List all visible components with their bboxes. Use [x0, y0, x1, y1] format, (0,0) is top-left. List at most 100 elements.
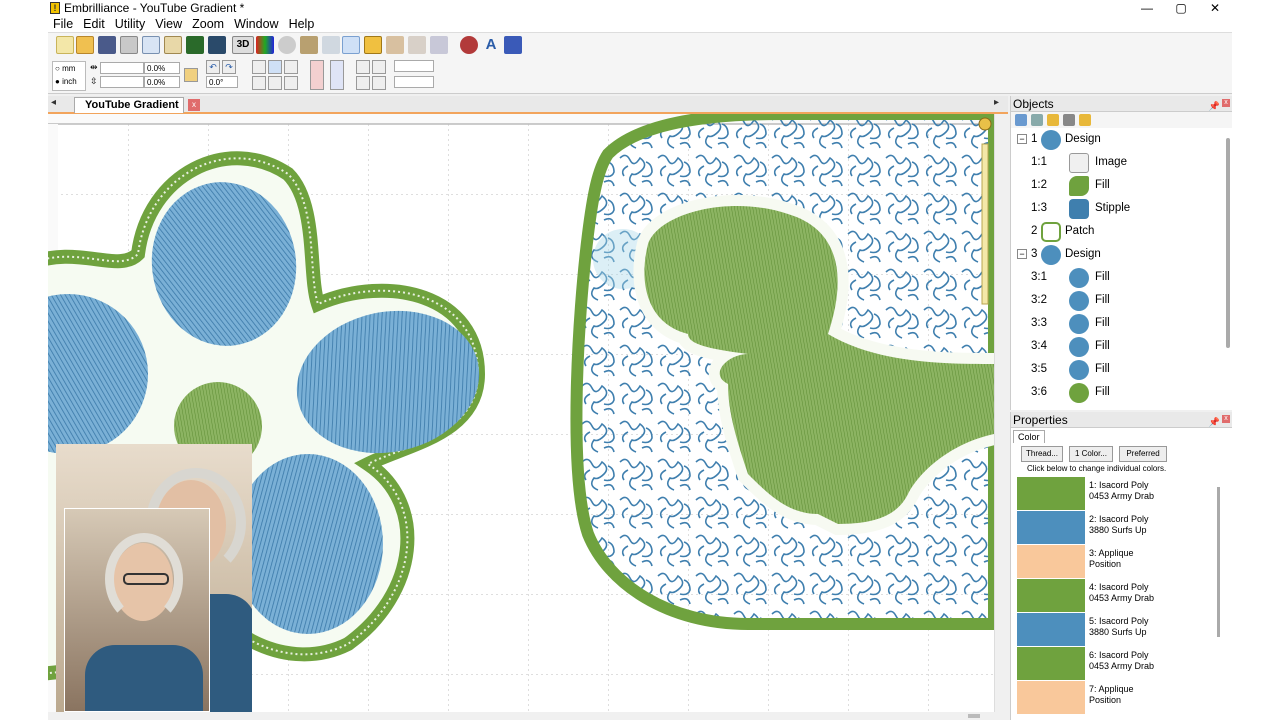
lock-icon[interactable]: [1047, 114, 1059, 126]
menu-help[interactable]: Help: [284, 16, 320, 32]
bottle-icon[interactable]: [330, 60, 344, 90]
new-file-icon[interactable]: [56, 36, 74, 54]
rotation-field[interactable]: 0.0°: [206, 76, 238, 88]
spacing-v-field[interactable]: [394, 76, 434, 88]
tree-item-3-4[interactable]: 3:4 Fill: [1011, 335, 1232, 358]
menu-view[interactable]: View: [150, 16, 187, 32]
collapse-icon[interactable]: −: [1017, 134, 1027, 144]
tab-scroll-left-icon[interactable]: ◂: [51, 97, 56, 108]
align-center-icon[interactable]: [268, 60, 282, 74]
tree-item-3[interactable]: − 3 Design: [1011, 243, 1232, 266]
color-row-1[interactable]: 1: Isacord Poly 0453 Army Drab: [1017, 477, 1232, 511]
stitch-tool-icon[interactable]: [408, 36, 426, 54]
align-middle-icon[interactable]: [268, 76, 282, 90]
rotate-left-icon[interactable]: ↶: [206, 60, 220, 74]
menu-window[interactable]: Window: [229, 16, 283, 32]
color-row-3[interactable]: 3: Applique Position: [1017, 545, 1232, 579]
grid-tool-icon[interactable]: [430, 36, 448, 54]
tab-youtube-gradient[interactable]: YouTube Gradient *: [74, 97, 184, 125]
width-field[interactable]: [100, 62, 144, 74]
zoom-icon[interactable]: [278, 36, 296, 54]
menu-edit[interactable]: Edit: [78, 16, 110, 32]
center-icon[interactable]: [322, 36, 340, 54]
menu-utility[interactable]: Utility: [110, 16, 151, 32]
spacing-right-icon[interactable]: [372, 60, 386, 74]
copy-icon[interactable]: [142, 36, 160, 54]
mirror-vertical-icon[interactable]: [208, 36, 226, 54]
unit-inch-radio[interactable]: ● inch: [53, 75, 85, 88]
lock-aspect-icon[interactable]: [184, 68, 198, 82]
spacing-left-icon[interactable]: [356, 60, 370, 74]
menu-zoom[interactable]: Zoom: [187, 16, 229, 32]
spacing-up-icon[interactable]: [356, 76, 370, 90]
spacing-down-icon[interactable]: [372, 76, 386, 90]
align-right-icon[interactable]: [284, 60, 298, 74]
print-icon[interactable]: [120, 36, 138, 54]
color-row-6[interactable]: 6: Isacord Poly 0453 Army Drab: [1017, 647, 1232, 681]
properties-close-button[interactable]: x: [1222, 415, 1230, 423]
help-wizard-icon[interactable]: [310, 60, 324, 90]
tree-item-1-2[interactable]: 1:2 Fill: [1011, 174, 1232, 197]
wizard-icon[interactable]: [504, 36, 522, 54]
minimize-button[interactable]: —: [1130, 0, 1164, 16]
measure-icon[interactable]: [300, 36, 318, 54]
text-tool-icon[interactable]: A: [482, 36, 500, 54]
canvas-vertical-scrollbar[interactable]: [994, 114, 1008, 712]
tree-item-1[interactable]: − 1 Design: [1011, 128, 1232, 151]
unlock-icon[interactable]: [1079, 114, 1091, 126]
align-left-icon[interactable]: [252, 76, 266, 90]
color-row-4[interactable]: 4: Isacord Poly 0453 Army Drab: [1017, 579, 1232, 613]
maximize-button[interactable]: ▢: [1164, 0, 1198, 16]
select-pointer-icon[interactable]: [342, 36, 360, 54]
ungroup-icon[interactable]: [1031, 114, 1043, 126]
tree-item-3-6[interactable]: 3:6 Fill: [1011, 381, 1232, 404]
delete-object-icon[interactable]: [1063, 114, 1075, 126]
canvas-horizontal-scrollbar[interactable]: [48, 712, 1008, 720]
paste-icon[interactable]: [164, 36, 182, 54]
color-row-7[interactable]: 7: Applique Position: [1017, 681, 1232, 715]
needle-icon[interactable]: [386, 36, 404, 54]
tab-scroll-right-icon[interactable]: ▸: [994, 97, 999, 108]
design-canvas[interactable]: [48, 114, 994, 712]
height-field[interactable]: [100, 76, 144, 88]
color-view-icon[interactable]: [256, 36, 274, 54]
tree-item-2[interactable]: 2 Patch: [1011, 220, 1232, 243]
tree-item-3-3[interactable]: 3:3 Fill: [1011, 312, 1232, 335]
unit-mm-radio[interactable]: ○ mm: [53, 62, 85, 75]
align-bottom-icon[interactable]: [284, 76, 298, 90]
color-row-2[interactable]: 2: Isacord Poly 3880 Surfs Up: [1017, 511, 1232, 545]
one-color-button[interactable]: 1 Color...: [1069, 446, 1113, 462]
thread-button[interactable]: Thread...: [1021, 446, 1063, 462]
thread-color-icon[interactable]: [460, 36, 478, 54]
menu-file[interactable]: File: [48, 16, 78, 32]
spacing-h-field[interactable]: [394, 60, 434, 72]
pin-icon[interactable]: 📌: [1209, 414, 1220, 430]
tree-item-3-2[interactable]: 3:2 Fill: [1011, 289, 1232, 312]
hoop-slider[interactable]: [981, 143, 989, 305]
close-window-button[interactable]: ✕: [1198, 0, 1232, 16]
group-icon[interactable]: [1015, 114, 1027, 126]
rotate-right-icon[interactable]: ↷: [222, 60, 236, 74]
tab-color[interactable]: Color: [1013, 430, 1045, 443]
objects-scrollbar[interactable]: [1226, 138, 1230, 348]
tree-item-3-5[interactable]: 3:5 Fill: [1011, 358, 1232, 381]
scale-y-field[interactable]: 0.0%: [144, 76, 180, 88]
close-tab-button[interactable]: x: [188, 99, 200, 111]
color-list-scrollbar[interactable]: [1217, 487, 1220, 637]
dinosaur-patch-design[interactable]: [570, 114, 994, 630]
align-top-icon[interactable]: [252, 60, 266, 74]
tree-item-3-1[interactable]: 3:1 Fill: [1011, 266, 1232, 289]
collapse-icon[interactable]: −: [1017, 249, 1027, 259]
hoop-icon[interactable]: [364, 36, 382, 54]
tree-item-1-1[interactable]: 1:1 Image: [1011, 151, 1232, 174]
3d-view-icon[interactable]: 3D: [232, 36, 254, 54]
objects-close-button[interactable]: x: [1222, 99, 1230, 107]
pin-icon[interactable]: 📌: [1209, 98, 1220, 114]
scroll-thumb[interactable]: [968, 714, 980, 718]
preferred-button[interactable]: Preferred: [1119, 446, 1167, 462]
scale-x-field[interactable]: 0.0%: [144, 62, 180, 74]
mirror-horizontal-icon[interactable]: [186, 36, 204, 54]
tree-item-1-3[interactable]: 1:3 Stipple: [1011, 197, 1232, 220]
color-row-5[interactable]: 5: Isacord Poly 3880 Surfs Up: [1017, 613, 1232, 647]
save-icon[interactable]: [98, 36, 116, 54]
